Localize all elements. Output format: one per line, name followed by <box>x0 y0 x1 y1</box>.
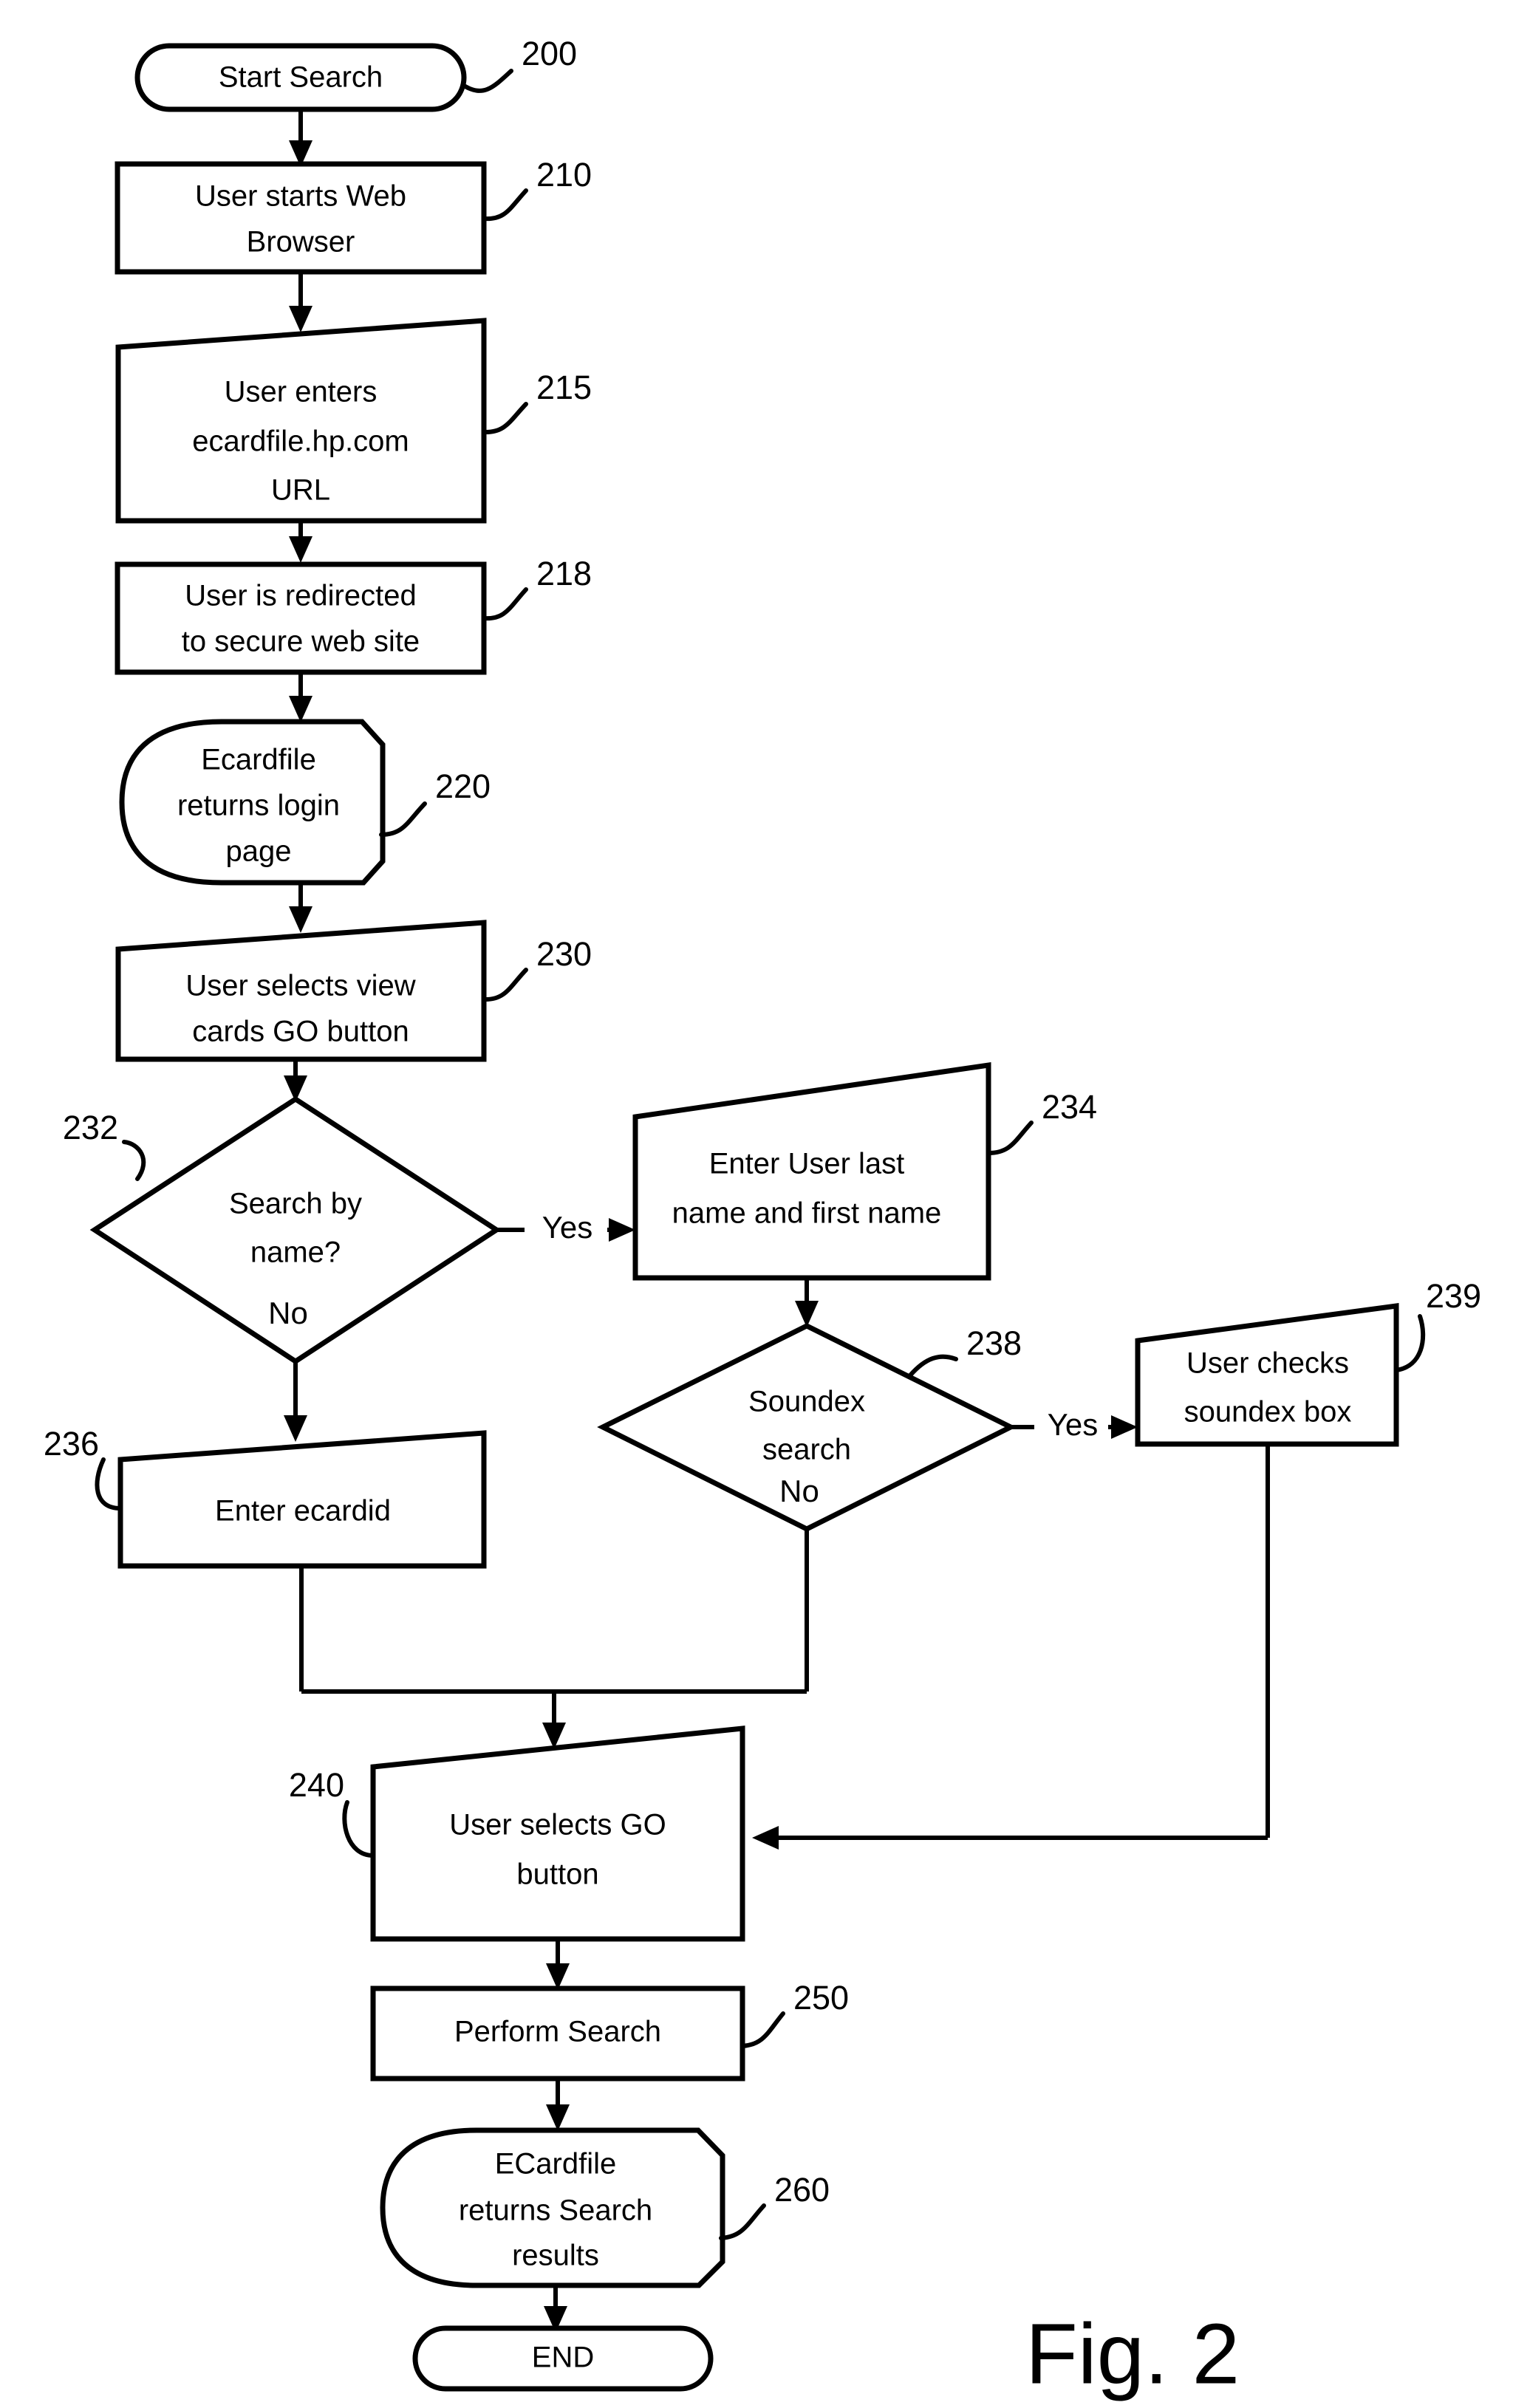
user-enters-line1: User enters <box>225 376 378 408</box>
perform-search-label: Perform Search <box>454 2016 661 2048</box>
ref-number-232: 232 <box>63 1109 118 1146</box>
leader-line-240 <box>342 1800 375 1858</box>
node-250-perform-search: Perform Search <box>370 1985 745 2082</box>
leader-line-238 <box>908 1354 958 1378</box>
ecardfile-login-line2: returns login <box>177 790 340 822</box>
enter-ecardid-label: Enter ecardid <box>215 1495 391 1528</box>
node-220-ecardfile-returns-login: Ecardfile returns login page <box>119 719 386 886</box>
user-selects-view-line2: cards GO button <box>192 1016 409 1048</box>
user-selects-go-line2: button <box>516 1858 598 1891</box>
user-checks-line2: soundex box <box>1184 1396 1352 1429</box>
soundex-search-line1: Soundex <box>748 1386 865 1418</box>
edge-label-search-by-name-no: No <box>268 1296 308 1330</box>
user-enters-line3: URL <box>271 474 330 507</box>
ref-number-210: 210 <box>536 156 592 194</box>
ref-number-218: 218 <box>536 555 592 592</box>
node-200-start-search: Start Search <box>134 43 467 112</box>
ref-number-239: 239 <box>1426 1277 1481 1315</box>
node-239-user-checks-soundex-box: User checks soundex box <box>1135 1302 1399 1447</box>
ref-number-238: 238 <box>966 1324 1022 1362</box>
ecardfile-login-line3: page <box>226 835 292 868</box>
leader-line-239 <box>1394 1314 1426 1372</box>
patent-figure: Start Search 200 User starts Web Browser… <box>0 0 1513 2402</box>
ref-number-200: 200 <box>522 35 577 72</box>
edge-238-no-merge: No <box>779 1474 819 1508</box>
ref-number-240: 240 <box>289 1766 344 1804</box>
ref-number-250: 250 <box>793 1979 849 2017</box>
edge-label-search-by-name-yes: Yes <box>542 1210 593 1245</box>
node-236-enter-ecardid: Enter ecardid <box>117 1430 487 1569</box>
user-checks-line1: User checks <box>1186 1347 1349 1380</box>
user-redirected-line1: User is redirected <box>185 580 416 612</box>
user-starts-web-line1: User starts Web <box>195 180 406 213</box>
node-218-user-redirected: User is redirected to secure web site <box>115 561 487 675</box>
leader-line-220 <box>379 801 427 837</box>
node-210-user-starts-web-browser: User starts Web Browser <box>115 161 487 275</box>
ref-number-236: 236 <box>44 1425 99 1463</box>
user-selects-view-line1: User selects view <box>185 970 415 1002</box>
search-by-name-line1: Search by <box>229 1188 362 1220</box>
ref-number-230: 230 <box>536 935 592 973</box>
leader-line-200 <box>462 69 513 93</box>
user-enters-line2: ecardfile.hp.com <box>192 425 409 458</box>
arrow-234-to-238 <box>795 1278 819 1327</box>
search-by-name-line2: name? <box>250 1237 341 1269</box>
user-selects-go-line1: User selects GO <box>449 1809 666 1841</box>
leader-line-210 <box>482 188 528 222</box>
ecardfile-login-line1: Ecardfile <box>201 744 316 776</box>
flowchart-svg: Start Search 200 User starts Web Browser… <box>44 35 1481 2288</box>
soundex-search-line2: search <box>762 1434 851 1466</box>
arrow-215-to-218 <box>289 521 312 563</box>
ref-number-215: 215 <box>536 369 592 406</box>
arrow-218-to-220 <box>289 672 312 722</box>
leader-line-250 <box>740 2011 785 2048</box>
flowchart-bottom-svg: END Fig. 2 <box>412 2285 1240 2402</box>
edge-232-no-to-236: No <box>268 1296 308 1442</box>
user-redirected-line2: to secure web site <box>182 626 420 658</box>
arrow-210-to-215 <box>289 272 312 332</box>
node-215-user-enters-url: User enters ecardfile.hp.com URL <box>115 318 487 524</box>
leader-line-234 <box>986 1121 1034 1155</box>
edge-238-yes-to-239: Yes <box>1011 1407 1138 1442</box>
arrow-220-to-230 <box>289 883 312 933</box>
enter-user-name-line1: Enter User last <box>709 1148 905 1180</box>
node-230-user-selects-view-cards: User selects view cards GO button <box>115 920 487 1062</box>
leader-line-218 <box>482 587 528 621</box>
edge-label-soundex-no: No <box>779 1474 819 1508</box>
enter-user-name-line2: name and first name <box>672 1197 942 1230</box>
edge-label-soundex-yes: Yes <box>1048 1407 1099 1442</box>
ref-number-234: 234 <box>1042 1088 1097 1126</box>
leader-line-230 <box>482 968 528 1002</box>
leader-line-232 <box>122 1140 146 1181</box>
arrow-200-to-210 <box>289 109 312 167</box>
leader-line-215 <box>482 402 528 435</box>
node-end-terminator: END <box>412 2325 714 2392</box>
edge-232-yes-to-234: Yes <box>496 1210 635 1245</box>
user-starts-web-line2: Browser <box>247 226 355 259</box>
node-240-user-selects-go-button: User selects GO button <box>370 1725 745 1942</box>
leader-line-236 <box>95 1457 123 1511</box>
node-234-enter-user-name: Enter User last name and first name <box>632 1061 991 1281</box>
start-search-label: Start Search <box>219 61 383 94</box>
arrow-250-to-260 <box>546 2079 570 2131</box>
arrow-230-to-232 <box>284 1059 307 1102</box>
figure-caption: Fig. 2 <box>1025 2306 1240 2402</box>
arrow-240-to-250 <box>546 1939 570 1990</box>
ref-number-220: 220 <box>435 767 491 805</box>
end-label: END <box>532 2342 594 2374</box>
